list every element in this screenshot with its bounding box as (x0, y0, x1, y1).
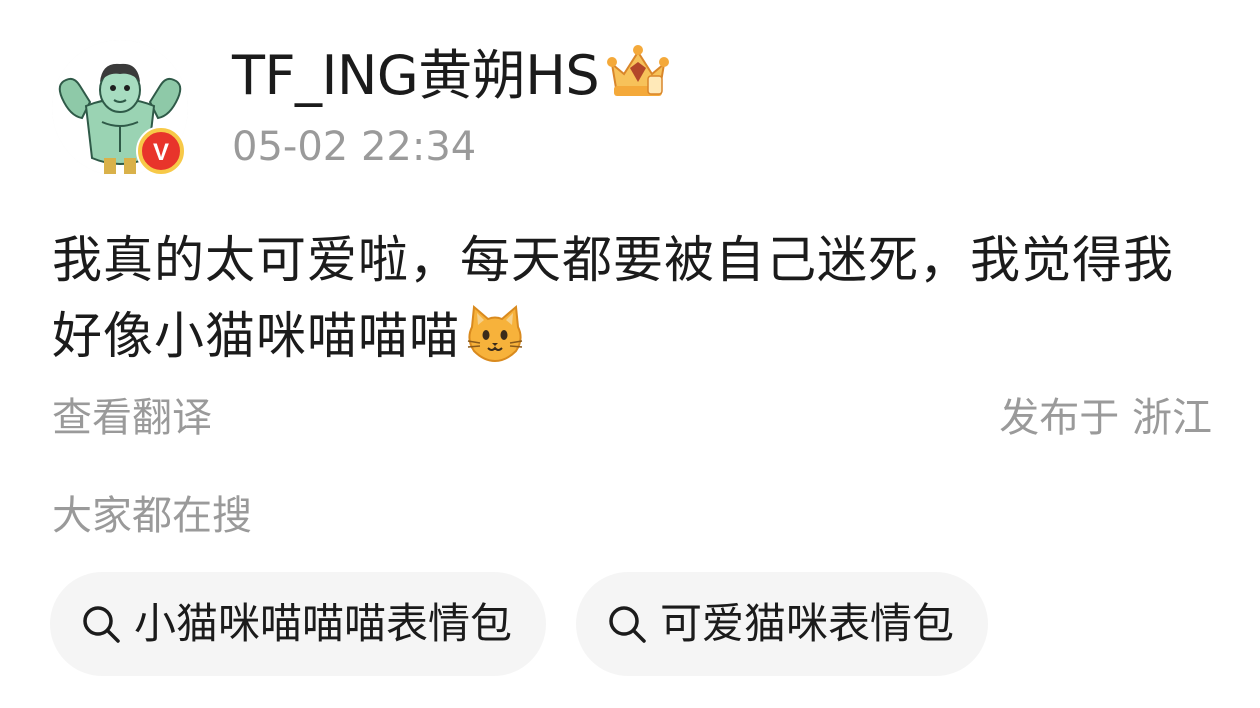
search-chip-label: 可爱猫咪表情包 (660, 599, 955, 648)
post-text-body: 我真的太可爱啦，每天都要被自己迷死，我觉得我好像小猫咪喵喵喵 (52, 231, 1174, 365)
search-icon (609, 606, 646, 643)
cat-face-emoji-icon (467, 305, 523, 363)
view-translation-link[interactable]: 查看翻译 (52, 390, 212, 446)
trending-searches-list: 小猫咪喵喵喵表情包 可爱猫咪表情包 (50, 572, 989, 676)
weibo-post-card: V TF_ING黄朔HS 05-02 22:34 我真的太可爱啦，每天都要被自己… (0, 0, 1260, 708)
search-icon (83, 606, 120, 643)
search-chip-cute-cat[interactable]: 可爱猫咪表情包 (576, 572, 989, 676)
gold-crown-badge-icon[interactable] (604, 42, 672, 100)
search-chip-cat-meme[interactable]: 小猫咪喵喵喵表情包 (50, 572, 547, 676)
post-meta-row: 查看翻译 发布于 浙江 (52, 390, 1212, 446)
verified-badge-letter: V (153, 139, 169, 166)
verified-badge-icon: V (136, 126, 186, 176)
post-location: 发布于 浙江 (999, 395, 1212, 441)
author-name[interactable]: TF_ING黄朔HS (232, 42, 600, 110)
trending-searches-title: 大家都在搜 (52, 493, 252, 539)
search-chip-label: 小猫咪喵喵喵表情包 (134, 599, 513, 648)
post-text: 我真的太可爱啦，每天都要被自己迷死，我觉得我好像小猫咪喵喵喵 (52, 222, 1212, 374)
post-timestamp: 05-02 22:34 (232, 124, 477, 170)
